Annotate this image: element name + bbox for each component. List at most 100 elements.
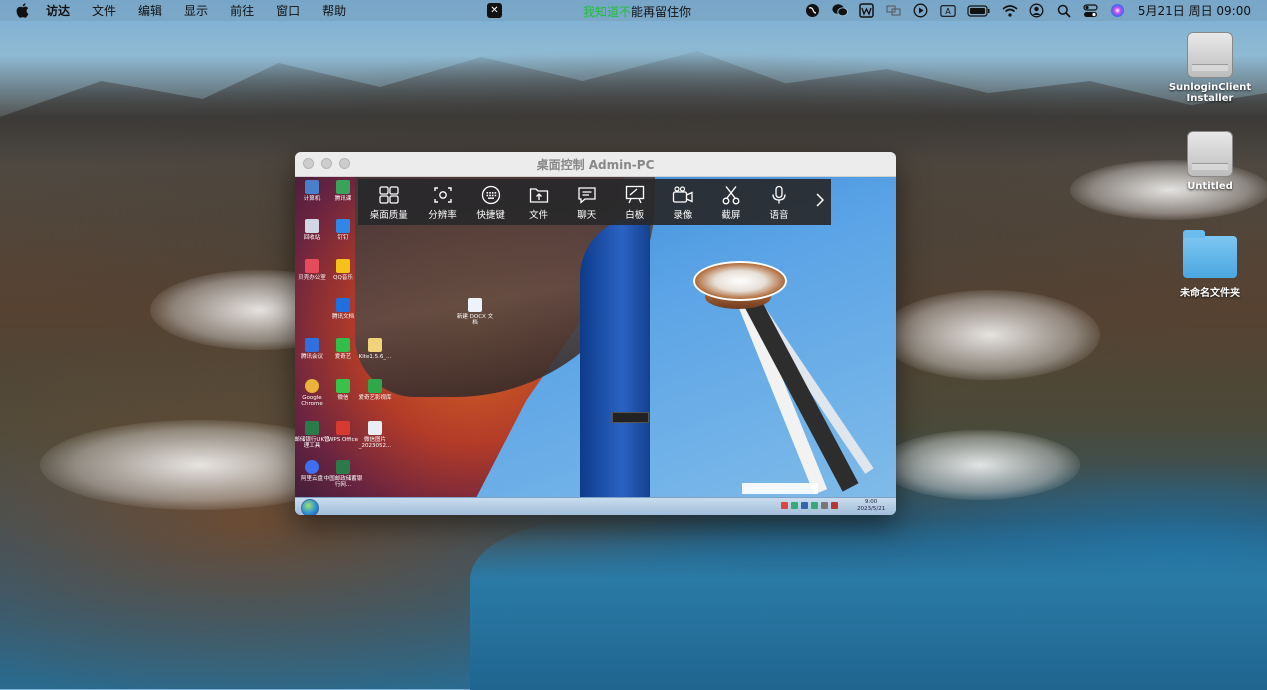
svg-text:A: A: [945, 7, 951, 16]
apple-icon[interactable]: [14, 3, 30, 19]
postal-bank-icon: [336, 460, 350, 474]
vpn-globe-icon[interactable]: [805, 3, 821, 19]
remote-desktop-screen[interactable]: 计算机 腾讯课 回收站 钉钉 贝壳办公室 QQ音乐 腾讯文档 新建 DOCX 文…: [295, 177, 896, 497]
remote-icon[interactable]: 腾讯课: [323, 180, 363, 202]
menubar-clock[interactable]: 5月21日 周日 09:00: [1138, 2, 1251, 19]
play-icon[interactable]: [913, 3, 929, 19]
menu-window[interactable]: 窗口: [276, 2, 300, 19]
mountain-ridge: [0, 51, 1267, 165]
remote-icon-label: 微信图片_2023052...: [358, 437, 392, 449]
remote-icon[interactable]: QQ音乐: [323, 259, 363, 281]
toolbar-screenshot-button[interactable]: 截屏: [710, 184, 752, 221]
desktop-icon-untitled-folder[interactable]: 未命名文件夹: [1165, 230, 1255, 299]
whiteboard-icon: [625, 184, 645, 206]
menu-help[interactable]: 帮助: [322, 2, 346, 19]
remote-icon[interactable]: 腾讯文档: [323, 298, 363, 320]
remote-icon[interactable]: 中国邮政储蓄银行网...: [323, 460, 363, 488]
disk-icon: [1187, 32, 1233, 78]
input-method-icon[interactable]: A: [940, 3, 956, 19]
siri-icon[interactable]: [1110, 3, 1126, 19]
menu-edit[interactable]: 编辑: [138, 2, 162, 19]
video-record-icon: [672, 184, 694, 206]
toolbar-whiteboard-button[interactable]: 白板: [614, 184, 656, 221]
toolbar-file-button[interactable]: 文件: [518, 184, 560, 221]
iqiyi-library-icon: [368, 379, 382, 393]
toolbar-chat-button[interactable]: 聊天: [566, 184, 608, 221]
toolbar-label: 桌面质量: [369, 209, 408, 221]
remote-icon-label: 中国邮政储蓄银行网...: [323, 476, 363, 488]
menu-go[interactable]: 前往: [230, 2, 254, 19]
user-account-icon[interactable]: [1029, 3, 1045, 19]
menu-view[interactable]: 显示: [184, 2, 208, 19]
toolbar-voice-button[interactable]: 语音: [758, 184, 800, 221]
toolbar-label: 白板: [625, 209, 645, 221]
scissors-icon: [721, 184, 741, 206]
spotlight-search-icon[interactable]: [1056, 3, 1072, 19]
remote-icon[interactable]: Kite1.5.6_...: [355, 338, 395, 360]
zip-file-icon: [368, 338, 382, 352]
desktop-icon-sunlogin-installer[interactable]: SunloginClient Installer: [1165, 32, 1255, 104]
toolbar-record-button[interactable]: 录像: [662, 184, 704, 221]
windows-start-button[interactable]: [301, 499, 319, 515]
toolbar-shortcut-keys-button[interactable]: 快捷键: [470, 184, 512, 221]
screen-mirror-icon[interactable]: [886, 3, 902, 19]
tencent-docs-icon: [336, 298, 350, 312]
tray-icon[interactable]: [821, 502, 828, 509]
capcut-icon[interactable]: ✕: [487, 3, 502, 18]
remote-icon[interactable]: 爱奇艺影视库: [355, 379, 395, 401]
toolbar-resolution-button[interactable]: 分辨率: [422, 184, 464, 221]
tray-icon[interactable]: [781, 502, 788, 509]
menu-finder[interactable]: 访达: [46, 2, 70, 19]
menu-bar: 访达 文件 编辑 显示 前往 窗口 帮助 ✕ 我知道不能再留住你 A 5月21日…: [0, 0, 1267, 21]
wifi-icon[interactable]: [1002, 3, 1018, 19]
remote-icon[interactable]: 微信图片_2023052...: [355, 421, 395, 449]
tray-icon[interactable]: [791, 502, 798, 509]
ocean: [470, 520, 1267, 690]
control-center-icon[interactable]: [1083, 3, 1099, 19]
toolbar-label: 截屏: [721, 209, 741, 221]
toolbar-more-button[interactable]: [808, 192, 831, 212]
remote-control-toolbar: 桌面质量 分辨率 快捷键 文件 聊天 白板 录像 截屏 语音: [358, 179, 831, 225]
remote-icon[interactable]: 钉钉: [323, 219, 363, 241]
remote-icon[interactable]: 新建 DOCX 文档: [455, 298, 495, 326]
remote-icon-label: 腾讯会议: [300, 354, 323, 360]
battery-icon[interactable]: [967, 3, 991, 19]
folder-icon: [1183, 230, 1237, 278]
keyboard-icon: [481, 184, 501, 206]
resolution-icon: [433, 184, 453, 206]
docx-file-icon: [468, 298, 482, 312]
lyrics-banner: 我知道不能再留住你: [583, 3, 691, 20]
status-area: A 5月21日 周日 09:00: [794, 2, 1251, 19]
remote-icon-label: 回收站: [303, 235, 321, 241]
remote-icon-label: QQ音乐: [333, 275, 353, 281]
toolbar-label: 录像: [673, 209, 693, 221]
tray-icon[interactable]: [811, 502, 818, 509]
menu-file[interactable]: 文件: [92, 2, 116, 19]
remote-icon-label: 爱奇艺: [334, 354, 352, 360]
qq-music-icon: [336, 259, 350, 273]
toolbar-desktop-quality-button[interactable]: 桌面质量: [362, 184, 416, 221]
remote-taskbar-clock[interactable]: 9:00 2023/5/21: [857, 499, 885, 513]
aliyun-drive-icon: [305, 460, 319, 474]
remote-icon-label: 钉钉: [337, 235, 349, 241]
disk-icon: [1187, 131, 1233, 177]
remote-icon-label: Google Chrome: [301, 395, 323, 407]
window-titlebar[interactable]: 桌面控制 Admin-PC: [295, 152, 896, 177]
toolbar-label: 文件: [529, 209, 549, 221]
remote-icon-label: Kite1.5.6_...: [358, 354, 392, 360]
remote-icon-label: 贝壳办公室: [298, 275, 326, 281]
desktop-icon-untitled[interactable]: Untitled: [1165, 131, 1255, 192]
wps-icon[interactable]: [859, 3, 875, 19]
image-file-icon: [368, 421, 382, 435]
tray-icon[interactable]: [831, 502, 838, 509]
remote-ime-status-bar[interactable]: [742, 483, 818, 494]
remote-icon-label: 腾讯文档: [331, 314, 354, 320]
remote-ime-toolbar[interactable]: [612, 412, 649, 423]
chrome-icon: [305, 379, 319, 393]
remote-icon-label: 微信: [337, 395, 349, 401]
wechat-app-icon: [336, 379, 350, 393]
toolbar-label: 分辨率: [428, 209, 457, 221]
wechat-icon[interactable]: [832, 3, 848, 19]
tray-icon[interactable]: [801, 502, 808, 509]
window-title: 桌面控制 Admin-PC: [536, 158, 655, 172]
